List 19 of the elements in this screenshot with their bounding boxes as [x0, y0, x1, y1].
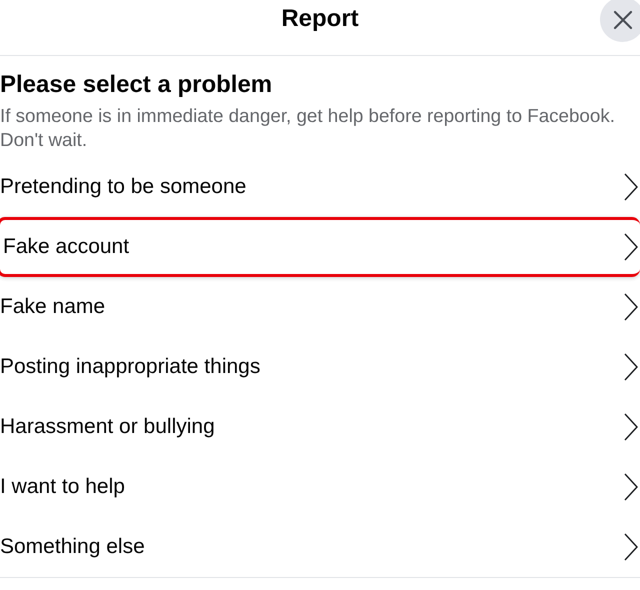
chevron-right-icon: [624, 413, 638, 441]
chevron-right-icon: [624, 473, 638, 501]
dialog-title: Report: [281, 4, 359, 34]
close-button[interactable]: [600, 0, 640, 42]
chevron-right-icon: [624, 533, 638, 561]
problem-option[interactable]: Fake account: [0, 217, 640, 277]
problem-option[interactable]: Fake name: [0, 277, 640, 337]
section-heading: Please select a problem: [0, 70, 274, 100]
chevron-right-icon: [624, 293, 638, 321]
problem-option[interactable]: Pretending to be someone: [0, 157, 640, 217]
chevron-right-icon: [624, 353, 638, 381]
chevron-right-icon: [624, 233, 638, 261]
problem-option[interactable]: Something else: [0, 517, 640, 577]
close-icon: [612, 10, 632, 30]
problem-option[interactable]: Posting inappropriate things: [0, 337, 640, 397]
description-text: If someone is in immediate danger, get help before reporting to Facebook. Don't wait.: [0, 104, 616, 152]
problem-option[interactable]: Harassment or bullying: [0, 397, 640, 457]
problem-option[interactable]: I want to help: [0, 457, 640, 517]
chevron-right-icon: [624, 173, 638, 201]
